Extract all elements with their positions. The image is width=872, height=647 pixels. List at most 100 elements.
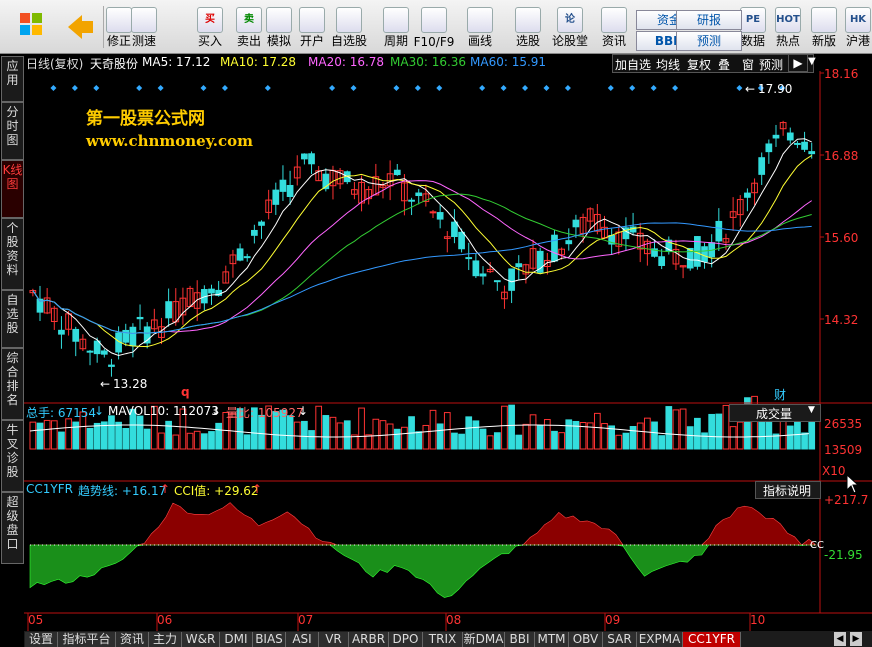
candle-body: [393, 169, 401, 176]
left-tab-1[interactable]: 分时图: [1, 102, 24, 160]
toolbar-button-16[interactable]: HK 沪港: [843, 3, 872, 51]
indicator-tab-8[interactable]: VR: [319, 632, 349, 647]
main-toolbar: 修正 测速买买入卖卖出 模拟 开户 自选股 周期 F10/F9 画线 选股论论股堂 资讯 PE 数据 H…: [0, 0, 872, 54]
scroll-right-icon[interactable]: ▶: [788, 54, 808, 72]
candle-body: [465, 257, 473, 260]
signal-diamond-icon: [393, 85, 400, 91]
volume-bar: [215, 422, 222, 450]
toolbar-button-2[interactable]: 买买入: [195, 3, 225, 51]
volume-bar: [336, 422, 344, 450]
volume-bar: [658, 435, 666, 450]
toolbar-button-5[interactable]: 开户: [297, 3, 327, 51]
toolbar-button-9[interactable]: 画线: [465, 3, 495, 51]
candle-body: [801, 141, 808, 150]
volume-bar: [372, 418, 380, 450]
volume-bar: [601, 423, 608, 450]
dropdown-icon[interactable]: ▼: [808, 54, 818, 70]
event-marker-q[interactable]: q: [181, 385, 190, 399]
volume-bar: [701, 432, 708, 450]
indicator-tab-0[interactable]: 设置: [25, 632, 58, 647]
indicator-tab-9[interactable]: ARBR: [349, 632, 389, 647]
cci-header: CC1YFR 趋势线: +16.17 ↑ CCI值: +29.62 ↑: [24, 482, 820, 498]
indicator-tab-3[interactable]: 主力: [149, 632, 182, 647]
toolbar-button-label: 自选股: [330, 34, 367, 48]
toolbar-button-label: 资讯: [601, 34, 626, 48]
chart-header: 日线(复权) 天奇股份 MA5: 17.12 MA10: 17.28 MA20:…: [24, 54, 872, 73]
indicator-tab-13[interactable]: BBI: [505, 632, 535, 647]
price-tick-1: 18.16: [824, 67, 859, 81]
ma20-value: MA20: 16.78: [308, 55, 385, 69]
buy-icon: 买: [197, 7, 223, 33]
indicator-help-button[interactable]: 指标说明: [755, 481, 821, 499]
toolbar-button-8[interactable]: F10/F9: [414, 3, 454, 51]
toolbar-button-13[interactable]: PE 数据: [738, 3, 768, 51]
volume-bar: [122, 428, 130, 450]
home-button[interactable]: [10, 3, 52, 51]
event-marker-cai[interactable]: 财: [774, 386, 786, 403]
signal-diamond-icon: [350, 85, 357, 91]
toolbar-button-label: 画线: [467, 34, 492, 48]
yuce-button[interactable]: 预测: [676, 31, 742, 51]
signal-diamond-icon: [93, 85, 100, 91]
signal-diamond-icon: [264, 85, 271, 91]
tab-scroll-right[interactable]: ▶: [850, 632, 862, 646]
candle-body: [279, 179, 287, 192]
indicator-tab-5[interactable]: DMI: [220, 632, 253, 647]
back-button[interactable]: [60, 3, 100, 51]
indicator-tab-15[interactable]: OBV: [569, 632, 603, 647]
toolbar-button-6[interactable]: 自选股: [331, 3, 367, 51]
price-tick-3: 15.60: [824, 231, 859, 245]
volume-mavol: MAVOL10: 112073: [108, 404, 219, 418]
signal-diamond-icon: [543, 85, 550, 91]
toolbar-button-7[interactable]: 周期: [381, 3, 411, 51]
indicator-tab-10[interactable]: DPO: [389, 632, 423, 647]
forum-icon: 论: [557, 7, 583, 33]
signal-diamond-icon: [414, 85, 421, 91]
indicator-tab-2[interactable]: 资讯: [116, 632, 149, 647]
left-tab-6[interactable]: 牛叉诊股: [1, 420, 24, 492]
cci-trend-value: 趋势线: +16.17: [78, 484, 167, 498]
indicator-tab-16[interactable]: SAR: [603, 632, 637, 647]
chevron-down-icon: ▼: [808, 405, 815, 415]
signal-diamond-icon: [736, 85, 743, 91]
volume-bar: [486, 435, 494, 450]
windows-logo-icon: [20, 13, 42, 35]
volume-bar: [50, 420, 58, 450]
left-tab-4[interactable]: 自选股: [1, 290, 24, 348]
indicator-tab-4[interactable]: W&R: [182, 632, 220, 647]
volume-indicator-select[interactable]: 成交量 ▼: [729, 404, 821, 422]
toolbar-button-14[interactable]: HOT 热点: [773, 3, 803, 51]
chart-mode-label[interactable]: 日线(复权): [26, 55, 83, 72]
left-tab-3[interactable]: 个股资料: [1, 218, 24, 290]
indicator-tab-17[interactable]: EXPMA: [637, 632, 683, 647]
toolbar-button-11[interactable]: 论论股堂: [552, 3, 588, 51]
left-tab-7[interactable]: 超级盘口: [1, 492, 24, 564]
volume-bar: [415, 431, 423, 450]
volume-bar: [736, 421, 744, 450]
yanbao-button[interactable]: 研报: [676, 10, 742, 30]
indicator-tab-12[interactable]: 新DMA: [463, 632, 505, 647]
volume-bar: [558, 432, 565, 450]
tab-scroll-left[interactable]: ◀: [834, 632, 846, 646]
indicator-tab-18[interactable]: CC1YFR: [683, 632, 741, 647]
left-tab-2[interactable]: K线图: [1, 160, 24, 218]
indicator-tab-11[interactable]: TRIX: [423, 632, 463, 647]
volume-bar: [72, 421, 80, 450]
signal-diamond-icon: [564, 85, 571, 91]
left-tab-5[interactable]: 综合排名: [1, 348, 24, 420]
candle-body: [658, 256, 666, 266]
left-tab-0[interactable]: 应用: [1, 56, 24, 102]
volume-bar: [186, 432, 194, 450]
toolbar-button-1[interactable]: 测速: [129, 3, 159, 51]
indicator-tab-7[interactable]: ASI: [286, 632, 319, 647]
candle-body: [86, 350, 94, 353]
indicator-tab-1[interactable]: 指标平台: [58, 632, 116, 647]
toolbar-button-12[interactable]: 资讯: [599, 3, 629, 51]
indicator-tab-6[interactable]: BIAS: [253, 632, 286, 647]
volume-bar: [515, 434, 523, 450]
indicator-tab-14[interactable]: MTM: [535, 632, 569, 647]
volume-bar: [136, 415, 144, 450]
kline-chart[interactable]: [24, 71, 872, 631]
volume-bar: [200, 433, 208, 450]
toolbar-button-10[interactable]: 选股: [513, 3, 543, 51]
